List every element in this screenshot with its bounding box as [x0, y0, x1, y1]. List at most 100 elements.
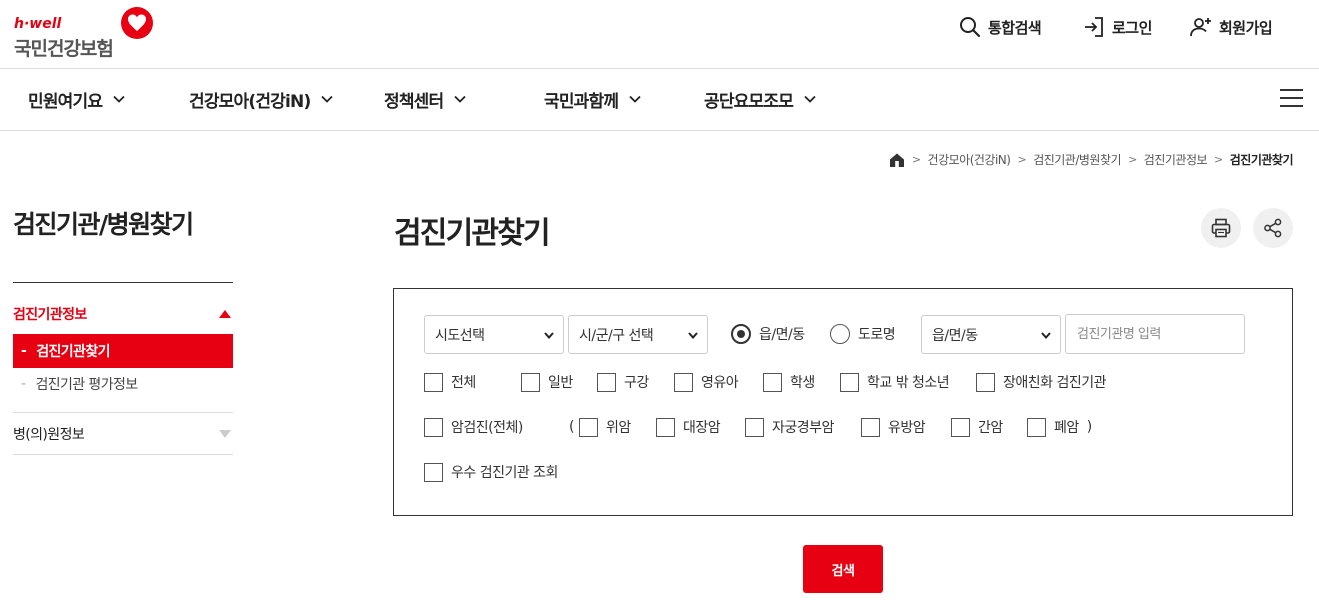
radio-dong-label: 읍/면/동 [759, 327, 805, 343]
print-button[interactable] [1201, 208, 1241, 248]
header-divider [0, 68, 1319, 69]
checkbox-control[interactable] [745, 417, 764, 437]
login-button[interactable]: 로그인 [1082, 14, 1152, 40]
breadcrumb-item[interactable]: 검진기관/병원찾기 [1033, 151, 1121, 168]
gnb-item-policy[interactable]: 정책센터 [384, 86, 467, 112]
checkbox-type-out-of-school[interactable]: 학교 밖 청소년 [840, 372, 950, 392]
checkbox-cancer-stomach[interactable]: 위암 [579, 417, 631, 437]
lnb-divider [13, 412, 233, 413]
integrated-search-button[interactable]: 통합검색 [958, 14, 1042, 40]
checkbox-control[interactable] [840, 372, 859, 392]
gnb-item-minwon[interactable]: 민원여기요 [28, 86, 126, 112]
chevron-down-icon [454, 95, 467, 103]
checkbox-cancer-cervical[interactable]: 자궁경부암 [745, 417, 834, 437]
checkbox-control[interactable] [597, 372, 616, 392]
lnb-group-checkup[interactable]: 검진기관정보 [13, 302, 233, 326]
checkbox-control[interactable] [579, 417, 598, 437]
integrated-search-label: 통합검색 [988, 18, 1042, 37]
chevron-down-icon [321, 95, 334, 103]
gnb-item-public[interactable]: 국민과함께 [544, 86, 642, 112]
checkbox-control[interactable] [976, 372, 995, 392]
checkbox-label: 학생 [790, 375, 815, 391]
checkbox-label: 대장암 [683, 420, 721, 436]
checkbox-cancer-all[interactable]: 암검진(전체) [424, 417, 523, 437]
checkbox-type-infant[interactable]: 영유아 [674, 372, 739, 392]
checkup-name-input[interactable] [1065, 314, 1245, 354]
chevron-down-icon [544, 331, 554, 339]
paren-open: ( [569, 419, 575, 435]
checkbox-control[interactable] [424, 372, 443, 392]
checkbox-label: 자궁경부암 [772, 420, 834, 436]
lnb-item-label: 검진기관찾기 [36, 344, 110, 360]
logo-brand: h·well [14, 16, 62, 32]
radio-road-control[interactable] [830, 324, 850, 344]
heart-logo-icon [121, 7, 153, 39]
gnb-item-health[interactable]: 건강모아(건강iN) [189, 86, 334, 112]
print-icon [1211, 218, 1231, 238]
gnb-label: 건강모아(건강iN) [189, 91, 311, 112]
menu-hamburger-icon[interactable] [1280, 88, 1303, 108]
checkbox-control[interactable] [674, 372, 693, 392]
checkbox-control[interactable] [424, 417, 443, 437]
search-submit-button[interactable]: 검색 [803, 545, 883, 593]
checkbox-label: 영유아 [701, 375, 739, 391]
lnb-item-find-checkup[interactable]: - 검진기관찾기 [13, 334, 233, 368]
breadcrumb-item[interactable]: 건강모아(건강iN) [928, 151, 1011, 168]
home-icon[interactable] [889, 152, 905, 168]
checkbox-label: 위암 [606, 420, 631, 436]
lnb-top-divider [13, 282, 233, 283]
checkbox-control[interactable] [521, 372, 540, 392]
chevron-down-icon [1041, 331, 1051, 339]
signup-button[interactable]: 회원가입 [1189, 14, 1273, 40]
checkbox-cancer-lung[interactable]: 폐암 ) [1027, 417, 1092, 437]
expand-triangle-icon [219, 430, 231, 438]
radio-road[interactable]: 도로명 [830, 324, 896, 344]
sido-select[interactable]: 시도선택 [424, 315, 564, 354]
collapse-triangle-icon [219, 310, 231, 318]
checkbox-type-general[interactable]: 일반 [521, 372, 573, 392]
checkbox-cancer-colon[interactable]: 대장암 [656, 417, 721, 437]
breadcrumb-separator: > [1017, 153, 1027, 166]
dong-select[interactable]: 읍/면/동 [921, 315, 1061, 354]
chevron-down-icon [629, 95, 641, 103]
gnb-item-about[interactable]: 공단요모조모 [704, 86, 817, 112]
checkbox-label: 일반 [548, 375, 573, 391]
checkbox-type-all[interactable]: 전체 [424, 372, 476, 392]
sigungu-select[interactable]: 시/군/구 선택 [568, 315, 708, 354]
checkbox-control[interactable] [861, 417, 880, 437]
checkbox-type-oral[interactable]: 구강 [597, 372, 649, 392]
breadcrumb-separator: > [1214, 153, 1223, 166]
lnb-item-evaluation[interactable]: - 검진기관 평가정보 [13, 372, 233, 396]
radio-dong[interactable]: 읍/면/동 [731, 324, 805, 344]
chevron-down-icon [804, 95, 816, 103]
breadcrumb-item[interactable]: 검진기관정보 [1144, 151, 1208, 168]
lnb-bullet: - [21, 343, 27, 359]
checkbox-control[interactable] [763, 372, 782, 392]
share-icon [1264, 218, 1282, 238]
radio-dong-control[interactable] [731, 324, 751, 344]
checkbox-label: 전체 [451, 375, 476, 391]
breadcrumb-current: 검진기관찾기 [1229, 153, 1294, 167]
paren-close: ) [1086, 419, 1092, 435]
checkbox-control[interactable] [1027, 417, 1046, 437]
checkbox-control[interactable] [951, 417, 970, 437]
checkbox-type-disability[interactable]: 장애친화 검진기관 [976, 372, 1107, 392]
checkbox-control[interactable] [424, 462, 443, 482]
gnb-label: 민원여기요 [28, 91, 103, 112]
checkbox-cancer-breast[interactable]: 유방암 [861, 417, 926, 437]
login-label: 로그인 [1112, 18, 1152, 37]
checkbox-label: 폐암 [1054, 420, 1079, 436]
page-title: 검진기관찾기 [394, 216, 551, 251]
dong-select-value: 읍/면/동 [932, 327, 978, 344]
gnb-label: 정책센터 [384, 91, 444, 112]
checkbox-cancer-liver[interactable]: 간암 [951, 417, 1003, 437]
login-icon [1085, 17, 1103, 37]
checkbox-excellent[interactable]: 우수 검진기관 조회 [424, 462, 558, 482]
lnb-group-hospital[interactable]: 병(의)원정보 [13, 422, 233, 446]
site-logo[interactable]: h·well 국민건강보험 [14, 6, 159, 60]
checkbox-type-student[interactable]: 학생 [763, 372, 815, 392]
checkbox-label: 우수 검진기관 조회 [451, 465, 558, 481]
share-button[interactable] [1253, 208, 1293, 248]
signup-label: 회원가입 [1219, 18, 1273, 37]
checkbox-control[interactable] [656, 417, 675, 437]
